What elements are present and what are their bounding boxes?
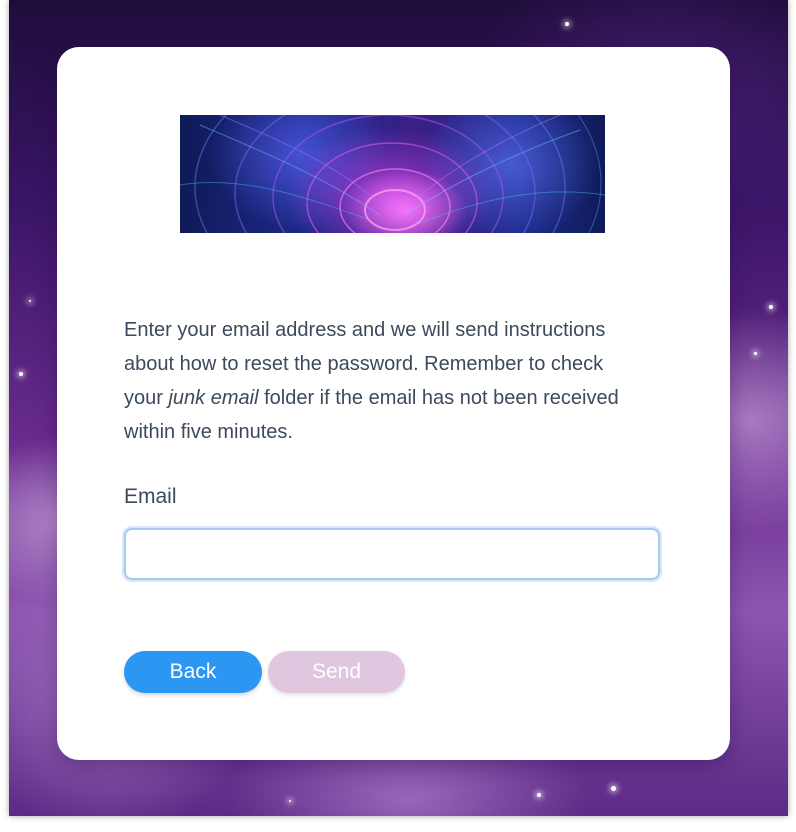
star-decoration <box>29 300 31 302</box>
star-decoration <box>537 793 541 797</box>
star-decoration <box>289 800 291 802</box>
junk-email-emphasis: junk email <box>168 387 259 409</box>
galaxy-background: Enter your email address and we will sen… <box>9 0 788 816</box>
reset-password-card: Enter your email address and we will sen… <box>57 47 730 760</box>
star-decoration <box>611 786 616 791</box>
email-label: Email <box>124 485 177 508</box>
send-button[interactable]: Send <box>268 651 405 693</box>
instructions-text: Enter your email address and we will sen… <box>124 313 624 449</box>
star-decoration <box>754 352 757 355</box>
light-swirl-graphic <box>180 115 605 233</box>
star-decoration <box>565 22 569 26</box>
star-decoration <box>19 372 23 376</box>
back-button[interactable]: Back <box>124 651 262 693</box>
star-decoration <box>769 305 773 309</box>
header-banner-image <box>180 115 605 233</box>
email-input[interactable] <box>124 528 660 580</box>
